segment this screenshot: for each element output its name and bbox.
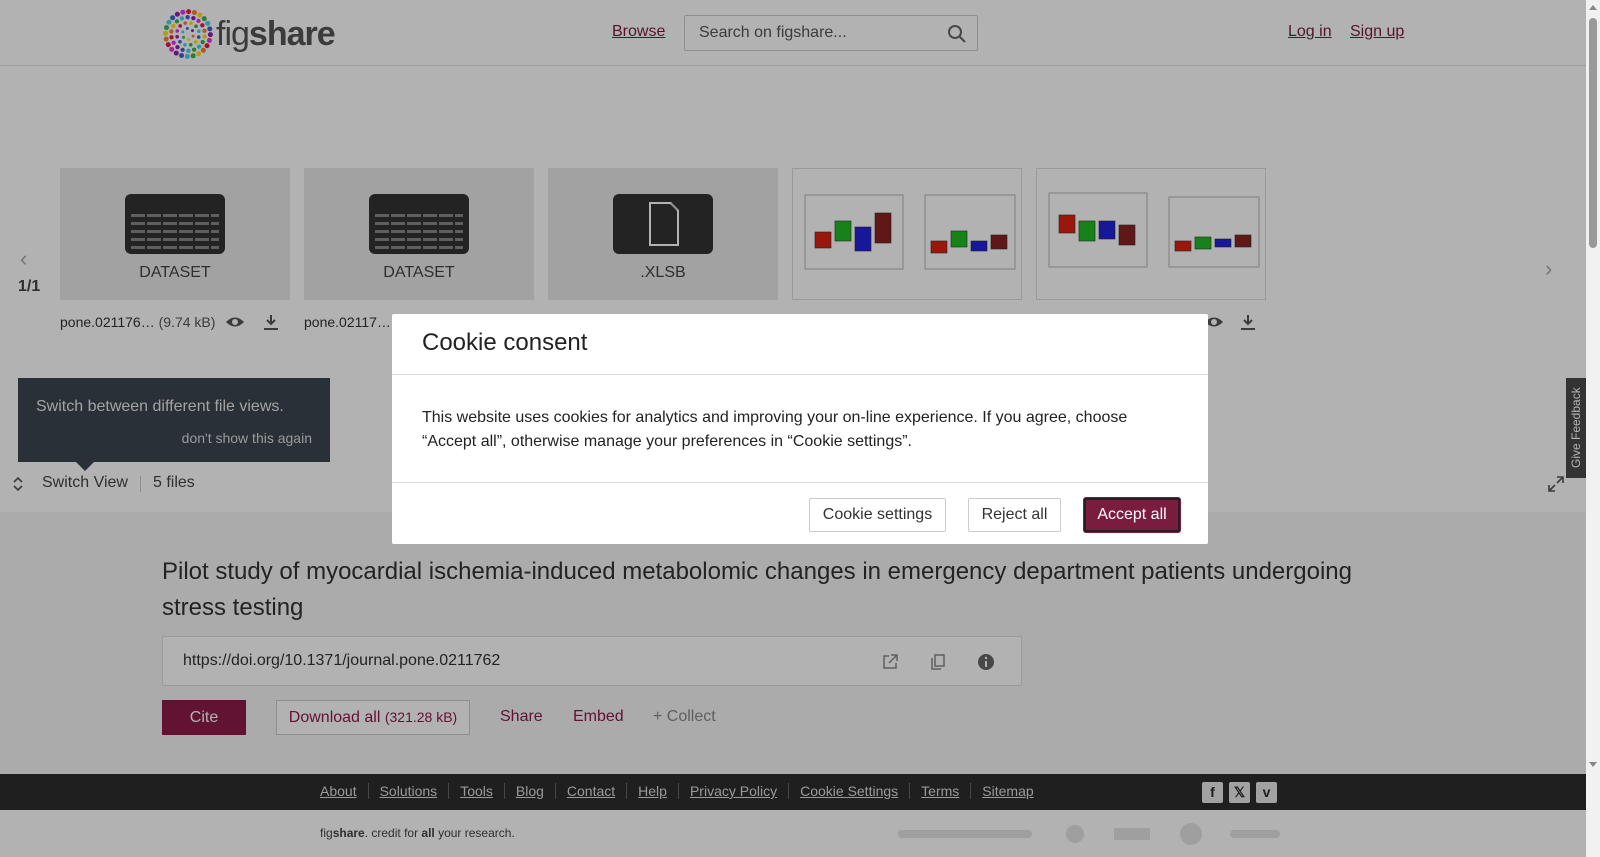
- cookie-dialog-header: Cookie consent: [392, 314, 1208, 375]
- cookie-settings-button[interactable]: Cookie settings: [809, 498, 946, 532]
- accept-all-button[interactable]: Accept all: [1084, 498, 1180, 532]
- cookie-dialog-title: Cookie consent: [422, 329, 588, 356]
- cookie-dialog-body: This website uses cookies for analytics …: [422, 409, 1128, 450]
- reject-all-button[interactable]: Reject all: [968, 498, 1061, 532]
- scroll-thumb[interactable]: [1589, 18, 1597, 248]
- page-scrollbar[interactable]: [1586, 0, 1600, 857]
- cookie-consent-dialog: Cookie consent This website uses cookies…: [392, 314, 1208, 544]
- cookie-dialog-footer: Cookie settings Reject all Accept all: [392, 482, 1208, 544]
- scroll-down-icon[interactable]: [1589, 762, 1597, 767]
- scroll-up-icon[interactable]: [1589, 5, 1597, 10]
